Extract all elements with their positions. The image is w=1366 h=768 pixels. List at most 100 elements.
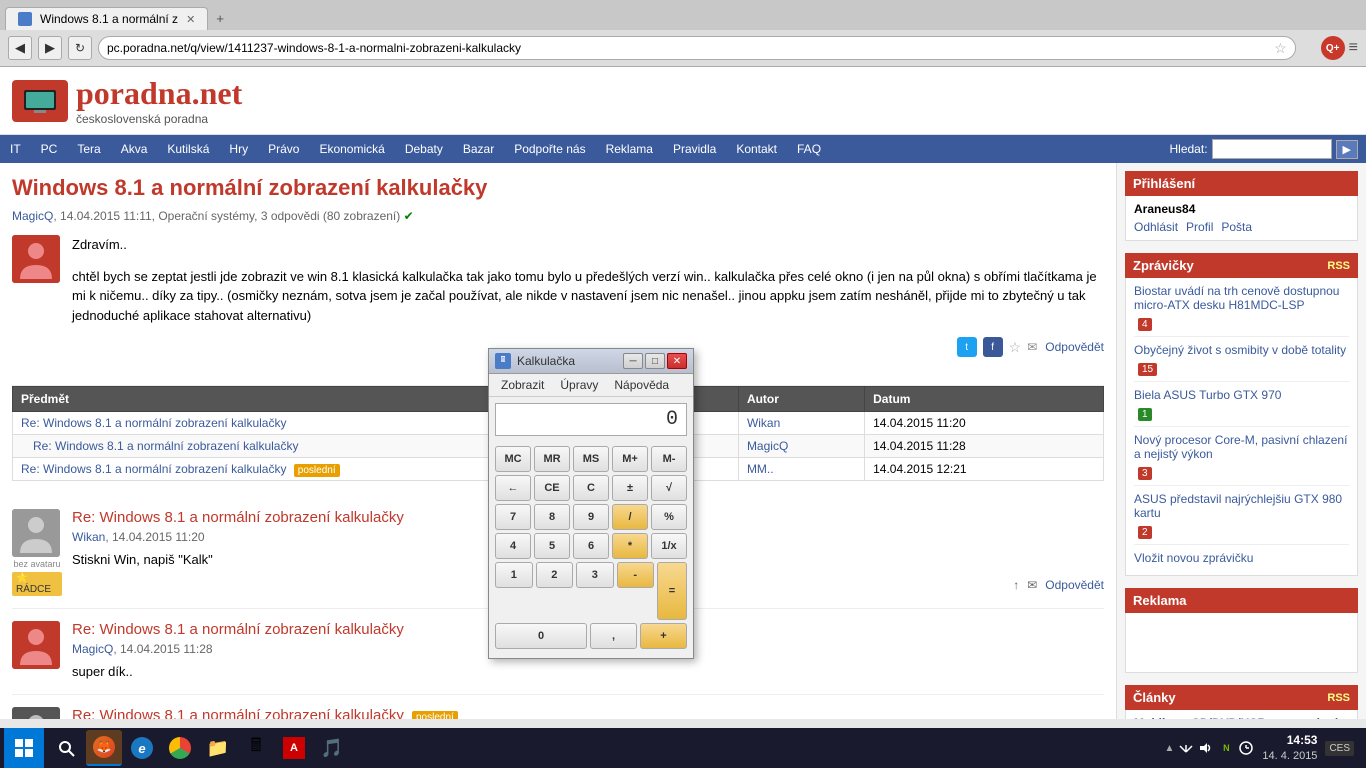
taskbar-app-adobe[interactable]: A	[276, 730, 312, 766]
articles-rss-icon[interactable]: RSS	[1327, 692, 1350, 704]
calc-0-button[interactable]: 0	[495, 623, 587, 649]
bookmark-icon[interactable]: ☆	[1274, 40, 1287, 57]
calc-ms-button[interactable]: MS	[573, 446, 609, 472]
calc-percent-button[interactable]: %	[651, 504, 687, 530]
calc-2-button[interactable]: 2	[536, 562, 574, 588]
calc-9-button[interactable]: 9	[573, 504, 609, 530]
taskbar-app-files[interactable]: 📁	[200, 730, 236, 766]
add-news-link[interactable]: Vložit novou zprávičku	[1134, 551, 1349, 565]
calc-multiply-button[interactable]: *	[612, 533, 648, 559]
nav-ekonomicka[interactable]: Ekonomická	[309, 136, 394, 162]
volume-tray-icon[interactable]	[1198, 740, 1214, 756]
taskbar-app-calc[interactable]: 🖩	[238, 730, 274, 766]
calc-equals-button[interactable]: =	[657, 562, 687, 620]
thread-author[interactable]: MM..	[747, 462, 774, 476]
calc-7-button[interactable]: 7	[495, 504, 531, 530]
tray-up-arrow[interactable]: ▲	[1164, 743, 1174, 754]
back-button[interactable]: ◀	[8, 36, 32, 60]
nav-pravo[interactable]: Právo	[258, 136, 309, 162]
tab-close-button[interactable]: ✕	[186, 13, 195, 26]
logout-link[interactable]: Odhlásit	[1134, 220, 1178, 234]
author-link[interactable]: MagicQ	[12, 209, 53, 223]
calc-6-button[interactable]: 6	[573, 533, 609, 559]
taskbar-app-media[interactable]: 🎵	[314, 730, 350, 766]
refresh-button[interactable]: ↻	[68, 36, 92, 60]
nav-pc[interactable]: PC	[31, 136, 68, 162]
upvote-icon[interactable]: ↑	[1013, 578, 1019, 592]
taskbar-app-firefox[interactable]: 🦊	[86, 730, 122, 766]
calc-sqrt-button[interactable]: √	[651, 475, 687, 501]
nvidia-tray-icon[interactable]: N	[1218, 740, 1234, 756]
calc-maximize-button[interactable]: □	[645, 353, 665, 369]
new-tab-button[interactable]: +	[208, 7, 232, 30]
calc-mr-button[interactable]: MR	[534, 446, 570, 472]
facebook-share-icon[interactable]: f	[983, 337, 1003, 357]
time-display[interactable]: 14:53 14. 4. 2015	[1262, 732, 1317, 764]
nav-bazar[interactable]: Bazar	[453, 136, 504, 162]
calc-3-button[interactable]: 3	[576, 562, 614, 588]
extension-icon[interactable]: Q+	[1321, 36, 1345, 60]
thread-author[interactable]: MagicQ	[747, 439, 788, 453]
calc-plus-button[interactable]: +	[640, 623, 687, 649]
browser-menu-button[interactable]: ≡	[1349, 39, 1358, 57]
search-button[interactable]: ▶	[1336, 140, 1358, 159]
nav-faq[interactable]: FAQ	[787, 136, 831, 162]
clock-tray-icon[interactable]	[1238, 740, 1254, 756]
article-category: Operační systémy	[158, 209, 254, 223]
calc-divide-button[interactable]: /	[612, 504, 648, 530]
nav-debaty[interactable]: Debaty	[395, 136, 453, 162]
calc-4-button[interactable]: 4	[495, 533, 531, 559]
calc-menu-napoveda[interactable]: Nápověda	[606, 376, 677, 394]
mail-link[interactable]: Pošta	[1221, 220, 1252, 234]
calc-menu-upravy[interactable]: Úpravy	[552, 376, 606, 394]
nav-it[interactable]: IT	[0, 136, 31, 162]
logo[interactable]: poradna.net československá poradna	[12, 75, 242, 126]
thread-link[interactable]: Re: Windows 8.1 a normální zobrazení kal…	[21, 416, 286, 430]
calc-mminus-button[interactable]: M-	[651, 446, 687, 472]
calc-minimize-button[interactable]: ─	[623, 353, 643, 369]
calc-close-button[interactable]: ✕	[667, 353, 687, 369]
nav-tera[interactable]: Tera	[67, 136, 110, 162]
thread-link[interactable]: Re: Windows 8.1 a normální zobrazení kal…	[21, 462, 286, 476]
calc-dot-button[interactable]: ,	[590, 623, 637, 649]
network-tray-icon[interactable]	[1178, 740, 1194, 756]
nav-reklama[interactable]: Reklama	[596, 136, 663, 162]
post-reply-link[interactable]: Odpovědět	[1045, 578, 1104, 592]
nav-akva[interactable]: Akva	[111, 136, 158, 162]
calc-5-button[interactable]: 5	[534, 533, 570, 559]
star-icon[interactable]: ☆	[1009, 339, 1022, 356]
calc-c-button[interactable]: C	[573, 475, 609, 501]
calc-1-button[interactable]: 1	[495, 562, 533, 588]
email-icon[interactable]: ✉	[1027, 340, 1037, 354]
taskbar-app-ie[interactable]: e	[124, 730, 160, 766]
nav-kutilska[interactable]: Kutilská	[157, 136, 219, 162]
calc-8-button[interactable]: 8	[534, 504, 570, 530]
rss-icon[interactable]: RSS	[1327, 260, 1350, 272]
taskbar-app-search[interactable]	[48, 730, 84, 766]
nav-kontakt[interactable]: Kontakt	[726, 136, 787, 162]
nav-podporte[interactable]: Podpořte nás	[504, 136, 595, 162]
forward-button[interactable]: ▶	[38, 36, 62, 60]
calc-menu-zobrazit[interactable]: Zobrazit	[493, 376, 552, 394]
profile-link[interactable]: Profil	[1186, 220, 1213, 234]
calc-backspace-button[interactable]: ←	[495, 475, 531, 501]
url-bar[interactable]	[98, 36, 1296, 60]
nav-hry[interactable]: Hry	[219, 136, 258, 162]
thread-author[interactable]: Wikan	[747, 416, 780, 430]
thread-link[interactable]: Re: Windows 8.1 a normální zobrazení kal…	[33, 439, 298, 453]
email-post-icon[interactable]: ✉	[1027, 578, 1037, 592]
calc-mplus-button[interactable]: M+	[612, 446, 648, 472]
browser-tab[interactable]: Windows 8.1 a normální z ✕	[5, 7, 208, 30]
taskbar-app-chrome[interactable]	[162, 730, 198, 766]
twitter-share-icon[interactable]: t	[957, 337, 977, 357]
calc-mc-button[interactable]: MC	[495, 446, 531, 472]
site-header: poradna.net československá poradna	[0, 67, 1366, 135]
start-button[interactable]	[4, 728, 44, 768]
calc-minus-button[interactable]: -	[617, 562, 655, 588]
calc-reciprocal-button[interactable]: 1/x	[651, 533, 687, 559]
calc-sign-button[interactable]: ±	[612, 475, 648, 501]
nav-pravidla[interactable]: Pravidla	[663, 136, 726, 162]
reply-link[interactable]: Odpovědět	[1045, 340, 1104, 354]
search-input[interactable]	[1212, 139, 1332, 159]
calc-ce-button[interactable]: CE	[534, 475, 570, 501]
